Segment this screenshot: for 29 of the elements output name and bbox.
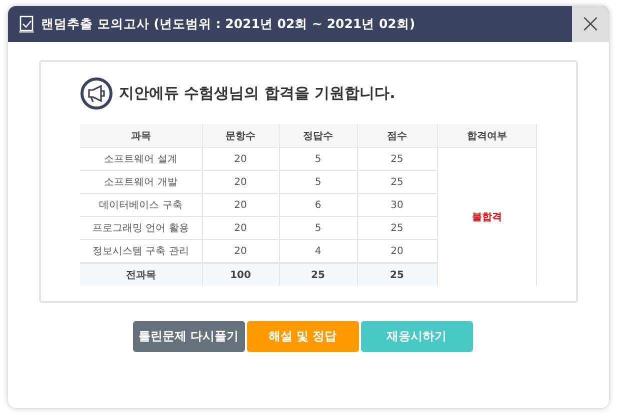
megaphone-icon: [80, 77, 113, 110]
table-cell: 프로그래밍 언어 활용: [80, 216, 202, 240]
table-cell: 20: [202, 148, 279, 170]
table-cell: 100: [202, 263, 279, 286]
table-cell: 6: [279, 194, 357, 216]
table-cell: 소프트웨어 설계: [80, 148, 202, 170]
table-cell: 데이터베이스 구축: [80, 194, 202, 216]
table-cell: 5: [279, 170, 357, 194]
table-cell: 5: [279, 216, 357, 240]
table-cell: 전과목: [80, 263, 202, 286]
table-cell: 소프트웨어 개발: [80, 170, 202, 194]
column-header: 정답수: [279, 124, 357, 148]
table-cell: 5: [279, 148, 357, 170]
column-header: 문항수: [202, 124, 279, 148]
table-cell: 25: [357, 263, 437, 286]
table-cell: 20: [202, 170, 279, 194]
result-cell: 불합격: [437, 148, 536, 286]
retry-wrong-button[interactable]: 틀린문제 다시풀기: [132, 321, 244, 352]
column-header: 합격여부: [437, 124, 536, 148]
table-cell: 20: [202, 194, 279, 216]
window-title: 랜덤추출 모의고사 (년도범위 : 2021년 02회 ~ 2021년 02회): [41, 16, 416, 32]
column-header: 점수: [357, 124, 437, 148]
greeting-message: 지안에듀 수험생님의 합격을 기원합니다.: [119, 84, 396, 103]
checklist-icon: [19, 15, 35, 33]
column-header: 과목: [80, 124, 202, 148]
close-button[interactable]: ×: [572, 6, 609, 42]
table-cell: 25: [357, 148, 437, 170]
table-cell: 25: [279, 263, 357, 286]
table-cell: 20: [202, 216, 279, 240]
